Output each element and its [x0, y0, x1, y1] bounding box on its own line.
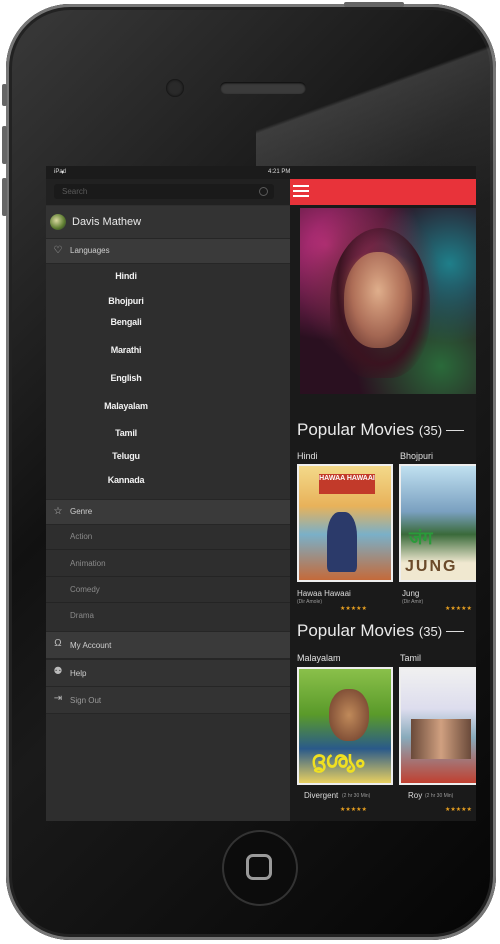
main-content: Popular Movies (35) Hindi Bhojpuri HAWAA…: [290, 179, 476, 821]
earpiece-speaker: [220, 82, 306, 94]
language-item-bengali[interactable]: Bengali: [46, 317, 248, 327]
star-icon: ☆: [53, 506, 63, 517]
genre-item-drama[interactable]: Drama: [70, 611, 94, 620]
volume-up-button: [2, 126, 7, 164]
rating-stars: ★★★★★: [445, 606, 472, 612]
column-language-hindi: Hindi: [297, 451, 318, 461]
banner-face: [344, 252, 412, 348]
rating-stars: ★★★★★: [340, 606, 367, 612]
power-button: [344, 2, 404, 7]
movie-poster-divergent[interactable]: ദൃശ്യം: [297, 667, 393, 785]
help-item[interactable]: ⚉ Help: [46, 659, 290, 687]
movie-poster-hawaa-hawaai[interactable]: HAWAA HAWAAI: [297, 464, 393, 582]
featured-banner[interactable]: [300, 208, 476, 394]
my-account-label: My Account: [70, 641, 112, 650]
movie-title[interactable]: Roy: [408, 791, 422, 800]
column-language-bhojpuri: Bhojpuri: [400, 451, 434, 461]
front-camera: [166, 79, 184, 97]
poster-figure: [327, 512, 357, 572]
search-input[interactable]: Search: [54, 184, 274, 199]
chat-icon: ⚉: [53, 666, 63, 677]
user-name: Davis Mathew: [72, 216, 142, 228]
column-language-tamil: Tamil: [400, 653, 422, 663]
divider: [46, 576, 290, 577]
genre-label: Genre: [70, 507, 93, 516]
section-title-popular-2: Popular Movies (35): [297, 621, 465, 641]
sign-out-icon: ⇥: [53, 693, 63, 704]
sign-out-item[interactable]: ⇥ Sign Out: [46, 686, 290, 714]
poster-art-glyph: ദൃശ്യം: [311, 747, 365, 772]
menu-icon[interactable]: [293, 185, 309, 199]
language-item-marathi[interactable]: Marathi: [46, 345, 248, 355]
rating-stars: ★★★★★: [340, 807, 367, 813]
divider: [46, 602, 290, 603]
avatar: [50, 214, 66, 230]
rating-stars: ★★★★★: [445, 807, 472, 813]
movie-meta: (2 hr 30 Min): [425, 793, 454, 799]
section-title-popular-1: Popular Movies (35): [297, 420, 465, 440]
movie-meta: (Dir Amir): [402, 599, 424, 605]
movie-meta: (Dir Amole): [297, 599, 323, 605]
language-item-english[interactable]: English: [46, 373, 248, 383]
column-language-malayalam: Malayalam: [297, 653, 341, 663]
genre-item-comedy[interactable]: Comedy: [70, 585, 100, 594]
screen: iPad ▾ 4:21 PM Search Davis Mathew ♡ Lan…: [46, 166, 476, 821]
search-bar: Search: [46, 179, 290, 205]
wifi-icon: ▾: [61, 170, 65, 176]
movie-title[interactable]: Divergent: [304, 791, 338, 800]
poster-art-glyph: जंग: [409, 528, 433, 548]
poster-title-art: HAWAA HAWAAI: [319, 474, 375, 494]
user-icon: Ω: [54, 638, 62, 649]
mute-switch: [2, 84, 7, 106]
section-count: (35): [418, 423, 443, 438]
search-icon: [259, 187, 268, 196]
section-count: (35): [418, 624, 443, 639]
home-button[interactable]: [222, 830, 298, 906]
languages-label: Languages: [70, 246, 110, 255]
language-item-tamil[interactable]: Tamil: [46, 428, 248, 438]
help-label: Help: [70, 669, 87, 678]
volume-down-button: [2, 178, 7, 216]
carrier-label: iPad: [54, 169, 67, 175]
heart-icon: ♡: [53, 245, 63, 256]
movie-poster-roy[interactable]: [399, 667, 476, 785]
language-item-bhojpuri[interactable]: Bhojpuri: [46, 296, 248, 306]
divider: [46, 549, 290, 550]
language-item-telugu[interactable]: Telugu: [46, 451, 248, 461]
status-bar: iPad ▾ 4:21 PM: [46, 166, 476, 179]
search-placeholder: Search: [62, 187, 88, 196]
genre-header[interactable]: ☆ Genre: [46, 499, 290, 525]
language-item-hindi[interactable]: Hindi: [46, 271, 248, 281]
languages-header[interactable]: ♡ Languages: [46, 238, 290, 264]
movie-poster-jung[interactable]: जंग JUNG: [399, 464, 476, 582]
genre-item-action[interactable]: Action: [70, 532, 92, 541]
genre-item-animation[interactable]: Animation: [70, 559, 106, 568]
language-item-malayalam[interactable]: Malayalam: [46, 401, 248, 411]
poster-title-art: JUNG: [405, 558, 458, 575]
my-account-item[interactable]: Ω My Account: [46, 631, 290, 659]
navigation-drawer: Search Davis Mathew ♡ Languages Hindi Bh…: [46, 179, 290, 821]
status-time: 4:21 PM: [268, 169, 291, 175]
sign-out-label: Sign Out: [70, 696, 102, 705]
movie-meta: (2 hr 30 Min): [342, 793, 371, 799]
user-profile[interactable]: Davis Mathew: [46, 206, 290, 238]
language-item-kannada[interactable]: Kannada: [46, 475, 248, 485]
top-bar: [290, 179, 476, 205]
poster-figure: [329, 689, 369, 741]
poster-figure: [411, 719, 471, 759]
movie-title[interactable]: Jung: [402, 589, 419, 598]
movie-title[interactable]: Hawaa Hawaai: [297, 589, 351, 598]
home-button-icon: [246, 854, 272, 880]
